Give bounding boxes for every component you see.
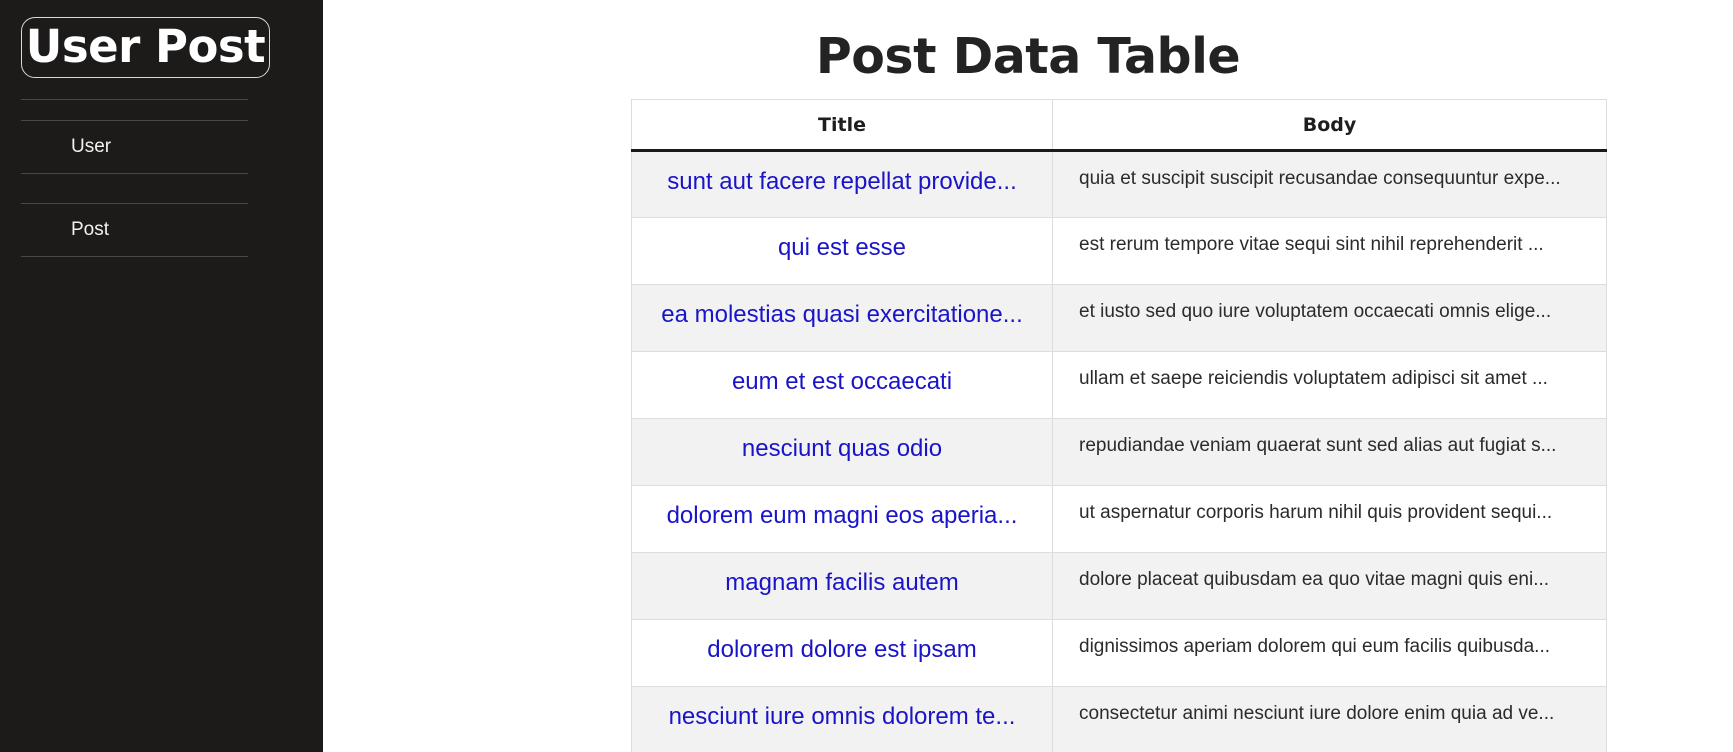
page-title: Post Data Table	[815, 28, 1241, 85]
column-header-body: Body	[1052, 99, 1607, 152]
table-row: dolorem eum magni eos aperia... ut asper…	[631, 485, 1607, 553]
post-title-link[interactable]: eum et est occaecati	[732, 368, 952, 395]
table-row: qui est esse est rerum tempore vitae seq…	[631, 217, 1607, 285]
app-root: User Post User Post Post Data Table Titl…	[0, 0, 1733, 752]
post-title-link[interactable]: sunt aut facere repellat provide...	[667, 168, 1017, 195]
post-title-link[interactable]: ea molestias quasi exercitatione...	[661, 301, 1023, 328]
column-header-title: Title	[631, 99, 1053, 152]
post-title-cell: magnam facilis autem	[631, 552, 1053, 620]
post-title-link[interactable]: dolorem dolore est ipsam	[707, 636, 976, 663]
table-row: ea molestias quasi exercitatione... et i…	[631, 284, 1607, 352]
post-body-cell: dignissimos aperiam dolorem qui eum faci…	[1052, 619, 1607, 687]
post-table: Title Body sunt aut facere repellat prov…	[631, 99, 1607, 752]
post-body-cell: ut aspernatur corporis harum nihil quis …	[1052, 485, 1607, 553]
post-title-cell: eum et est occaecati	[631, 351, 1053, 419]
brand-logo[interactable]: User Post	[21, 17, 270, 78]
sidebar-nav: User Post	[21, 99, 248, 257]
post-title-cell: nesciunt iure omnis dolorem te...	[631, 686, 1053, 752]
table-body: sunt aut facere repellat provide... quia…	[631, 150, 1607, 752]
main-content: Post Data Table Title Body sunt aut face…	[323, 0, 1733, 752]
post-title-cell: nesciunt quas odio	[631, 418, 1053, 486]
post-body-cell: repudiandae veniam quaerat sunt sed alia…	[1052, 418, 1607, 486]
table-row: nesciunt quas odio repudiandae veniam qu…	[631, 418, 1607, 486]
post-table-container: Title Body sunt aut facere repellat prov…	[631, 99, 1607, 752]
table-row: eum et est occaecati ullam et saepe reic…	[631, 351, 1607, 419]
post-title-link[interactable]: dolorem eum magni eos aperia...	[667, 502, 1018, 529]
post-body-cell: ullam et saepe reiciendis voluptatem adi…	[1052, 351, 1607, 419]
post-body-cell: dolore placeat quibusdam ea quo vitae ma…	[1052, 552, 1607, 620]
post-body-cell: consectetur animi nesciunt iure dolore e…	[1052, 686, 1607, 752]
post-title-cell: qui est esse	[631, 217, 1053, 285]
post-title-cell: dolorem eum magni eos aperia...	[631, 485, 1053, 553]
table-row: nesciunt iure omnis dolorem te... consec…	[631, 686, 1607, 752]
table-header: Title Body	[631, 99, 1607, 152]
post-title-cell: dolorem dolore est ipsam	[631, 619, 1053, 687]
post-title-link[interactable]: nesciunt quas odio	[742, 435, 942, 462]
post-body-cell: quia et suscipit suscipit recusandae con…	[1052, 150, 1607, 218]
table-row: dolorem dolore est ipsam dignissimos ape…	[631, 619, 1607, 687]
post-title-cell: ea molestias quasi exercitatione...	[631, 284, 1053, 352]
post-title-link[interactable]: magnam facilis autem	[725, 569, 958, 596]
post-body-cell: est rerum tempore vitae sequi sint nihil…	[1052, 217, 1607, 285]
nav-divider	[21, 256, 248, 257]
sidebar: User Post User Post	[0, 0, 323, 752]
post-title-link[interactable]: qui est esse	[778, 234, 906, 261]
sidebar-item-post[interactable]: Post	[21, 204, 248, 256]
table-row: magnam facilis autem dolore placeat quib…	[631, 552, 1607, 620]
post-body-cell: et iusto sed quo iure voluptatem occaeca…	[1052, 284, 1607, 352]
sidebar-item-user[interactable]: User	[21, 121, 248, 173]
post-title-link[interactable]: nesciunt iure omnis dolorem te...	[669, 703, 1016, 730]
table-row: sunt aut facere repellat provide... quia…	[631, 150, 1607, 218]
post-title-cell: sunt aut facere repellat provide...	[631, 150, 1053, 218]
